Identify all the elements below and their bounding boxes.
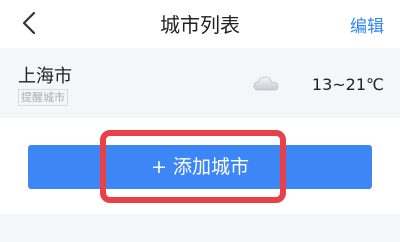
bottom-divider-area — [0, 214, 400, 242]
temperature-range: 13~21℃ — [311, 75, 384, 94]
edit-button[interactable]: 编辑 — [350, 12, 384, 37]
city-name: 上海市 — [18, 66, 72, 87]
header-bar: 城市列表 编辑 — [0, 0, 400, 46]
cloud-icon — [253, 76, 279, 91]
page-title: 城市列表 — [160, 13, 240, 37]
reminder-city-badge: 提醒城市 — [18, 89, 68, 106]
add-city-button[interactable]: + 添加城市 — [28, 145, 372, 189]
